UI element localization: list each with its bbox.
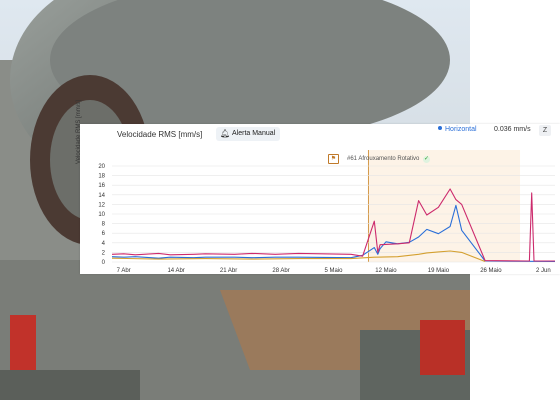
y-tick-label: 6: [102, 231, 106, 237]
velocity-chart: 0 2 4 6 8 10 12 14 16 18 20 7 Abr 14 Abr 21 Abr 28 Abr…: [98, 150, 556, 274]
bell-icon: 🔔︎: [220, 129, 231, 138]
y-tick-label: 0: [102, 260, 106, 266]
legend-value: 0.036 mm/s: [494, 126, 531, 133]
x-tick-label: 19 Maio: [428, 268, 450, 274]
manual-alert-label: Alerta Manual: [232, 130, 276, 137]
axis-z-button[interactable]: Z: [539, 125, 551, 136]
x-tick-label: 28 Abr: [272, 268, 289, 274]
manual-alert-button[interactable]: 🔔︎ Alerta Manual: [216, 127, 281, 141]
x-tick-label: 21 Abr: [220, 268, 237, 274]
x-tick-label: 14 Abr: [167, 268, 184, 274]
chart-title: Velocidade RMS [mm/s]: [117, 130, 203, 139]
y-tick-label: 20: [98, 164, 105, 170]
x-tick-label: 2 Jun: [536, 268, 551, 274]
y-tick-label: 18: [98, 174, 105, 180]
legend-label: Horizontal: [445, 126, 477, 133]
event-region: [368, 150, 521, 262]
y-tick-label: 2: [102, 250, 106, 256]
check-icon: ✓: [423, 156, 431, 163]
legend-horizontal[interactable]: Horizontal: [438, 126, 477, 133]
y-tick-label: 8: [102, 222, 106, 228]
y-tick-label: 14: [98, 193, 105, 199]
chart-panel: 0 2 4 6 8 10 12 14 16 18 20 7 Abr 14 Abr 21 Abr 28 Abr…: [76, 100, 560, 274]
y-tick-label: 4: [102, 241, 106, 247]
x-tick-label: 26 Maio: [480, 268, 502, 274]
x-tick-label: 5 Maio: [324, 268, 343, 274]
y-axis-label: Velocidade RMS [mm/s]: [76, 99, 82, 164]
event-flag-icon: ⚑: [328, 154, 339, 164]
event-id: #61: [347, 156, 358, 162]
y-tick-label: 16: [98, 183, 105, 189]
y-tick-label: 10: [98, 212, 105, 218]
y-tick-label: 12: [98, 202, 105, 208]
legend-dot-icon: [438, 126, 442, 130]
x-tick-label: 12 Maio: [375, 268, 397, 274]
event-marker-label[interactable]: ⚑ #61 Afrouxamento Rotativo ✓: [328, 154, 431, 164]
x-tick-label: 7 Abr: [117, 268, 131, 274]
event-label: Afrouxamento Rotativo: [358, 156, 420, 162]
